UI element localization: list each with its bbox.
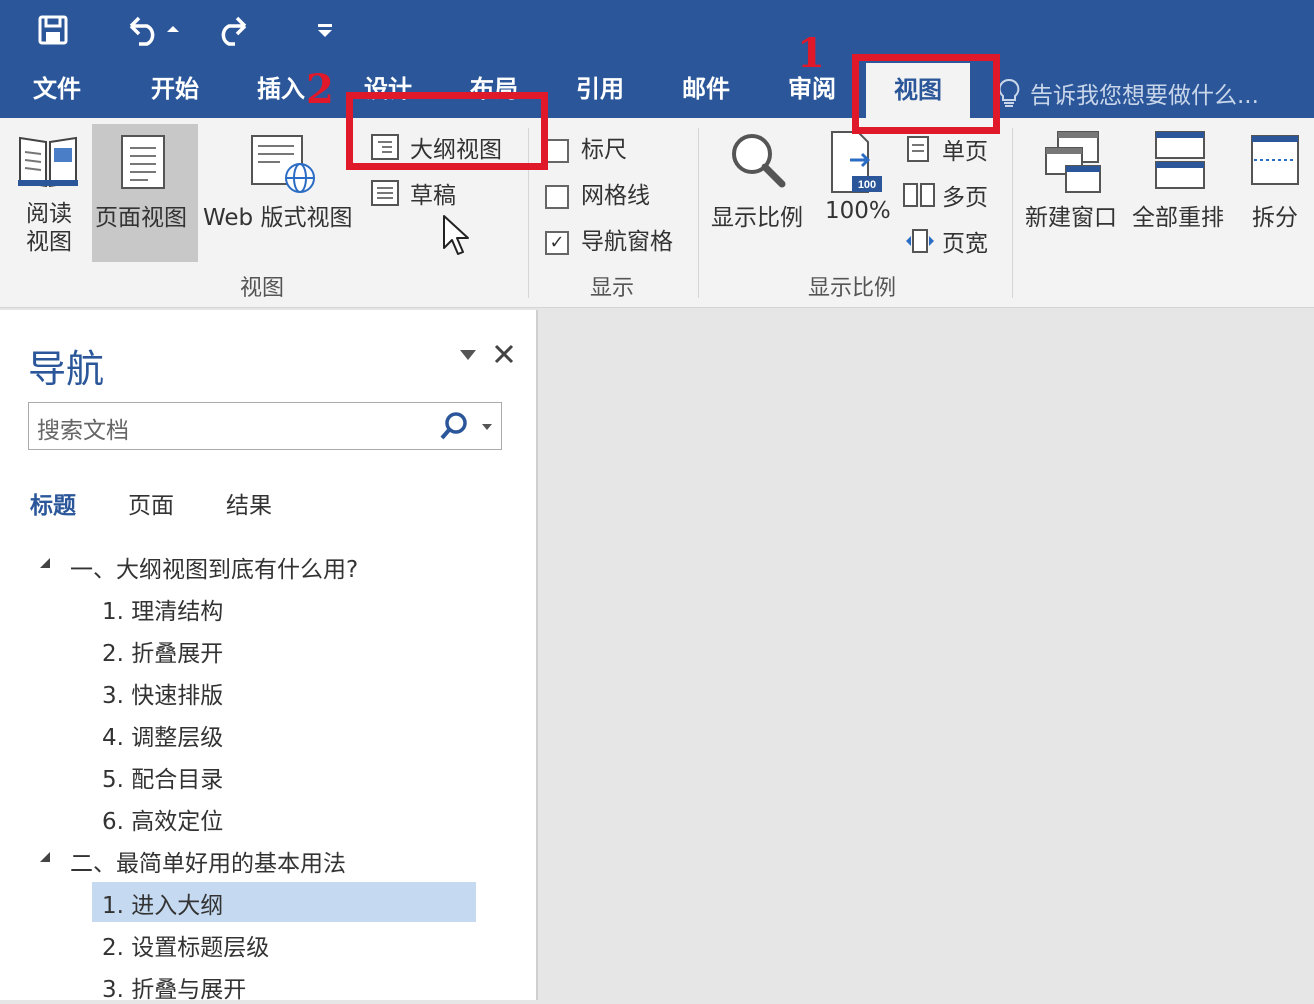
ribbon-separator [698,128,699,298]
annotation-box-view-tab [852,54,1000,134]
one-page-button[interactable]: 单页 [906,132,988,166]
search-icon[interactable] [439,411,469,441]
tell-me-search[interactable]: 告诉我您想要做什么... [998,76,1259,110]
collapse-triangle-icon[interactable] [38,850,52,864]
gridlines-checkbox[interactable]: 网格线 [545,176,650,210]
ribbon-separator [1012,128,1013,298]
arrange-all-icon [1155,131,1205,189]
multi-page-label: 多页 [942,185,988,211]
new-window-icon [1045,131,1101,193]
lightbulb-icon [998,78,1020,107]
nav-pane-checkbox[interactable]: ✓ 导航窗格 [545,222,673,256]
tree-item[interactable]: 2. 设置标题层级 [102,928,269,962]
read-mode-button[interactable] [16,132,80,194]
redo-button[interactable] [212,10,258,50]
web-layout-icon [251,135,315,193]
annotation-number-1: 1 [797,30,825,77]
ruler-checkbox[interactable]: 标尺 [545,130,627,164]
tab-references[interactable]: 引用 [576,74,624,118]
zoom-100-button[interactable]: 100 [828,130,884,198]
multi-page-icon [903,183,935,207]
tree-item[interactable]: 二、最简单好用的基本用法 [70,844,346,878]
tab-pages[interactable]: 页面 [128,486,174,520]
tab-mailings[interactable]: 邮件 [682,74,730,118]
zoom-100-label: 100% [825,198,891,224]
zoom-group-label: 显示比例 [808,276,897,301]
customize-icon [318,24,332,37]
draft-button[interactable]: 草稿 [370,176,456,210]
tab-results[interactable]: 结果 [226,486,272,520]
tree-item[interactable]: 6. 高效定位 [102,802,223,836]
zoom-label: 显示比例 [711,205,803,231]
tab-review[interactable]: 审阅 [788,74,836,118]
tree-item[interactable]: 5. 配合目录 [102,760,223,794]
page-width-icon [906,229,934,253]
undo-icon [129,16,179,46]
nav-pane-label: 导航窗格 [581,229,673,255]
page-width-label: 页宽 [942,231,988,257]
multi-page-button[interactable]: 多页 [902,178,988,212]
tab-headings[interactable]: 标题 [30,486,76,520]
tree-item[interactable]: 4. 调整层级 [102,718,223,752]
zoom-100-icon: 100 [831,131,882,193]
title-bar [0,0,1314,60]
read-mode-label: 阅读 视图 [26,201,72,255]
print-layout-label: 页面视图 [95,205,187,231]
new-window-button[interactable] [1042,130,1104,198]
tab-file[interactable]: 文件 [33,74,81,118]
one-page-icon [907,136,929,162]
document-area[interactable] [540,310,1314,1000]
tree-item[interactable]: 3. 快速排版 [102,676,223,710]
gridlines-label: 网格线 [581,183,650,209]
tree-item[interactable]: 3. 折叠与展开 [102,970,246,1004]
undo-button[interactable] [118,10,188,50]
nav-title: 导航 [28,347,105,391]
tree-item-selected[interactable]: 1. 进入大纲 [102,886,223,920]
search-input[interactable]: 搜索文档 [28,402,502,450]
print-layout-button[interactable]: 页面视图 [92,124,198,262]
draft-icon [371,180,399,206]
tree-item[interactable]: 一、大纲视图到底有什么用? [70,550,358,584]
tab-home[interactable]: 开始 [151,74,199,118]
annotation-number-2: 2 [306,66,334,113]
navigation-pane: 导航 搜索文档 标题 页面 结果 一、大纲视图到底有什么用? 1. 理清结构 2… [0,310,538,1003]
read-mode-icon [18,136,78,188]
split-button[interactable] [1250,134,1300,192]
tree-item[interactable]: 1. 理清结构 [102,592,223,626]
magnifier-icon [732,134,786,188]
save-icon [38,15,68,45]
arrange-all-label: 全部重排 [1132,205,1224,231]
arrange-all-button[interactable] [1154,130,1206,196]
tell-me-text: 告诉我您想要做什么... [1030,83,1259,109]
search-options-icon[interactable] [481,423,493,431]
tree-item[interactable]: 2. 折叠展开 [102,634,223,668]
one-page-label: 单页 [942,139,988,165]
print-layout-icon [121,135,165,189]
view-group-label: 视图 [240,276,285,301]
gridlines-check-icon [545,184,569,209]
zoom-100-badge: 100 [858,179,876,191]
mouse-cursor-icon [443,215,469,255]
draft-label: 草稿 [410,183,456,209]
ruler-check-icon [545,138,569,163]
show-group-label: 显示 [590,276,635,301]
customize-qat-button[interactable] [310,10,340,50]
new-window-label: 新建窗口 [1025,205,1117,231]
redo-icon [221,16,247,46]
save-button[interactable] [30,10,76,50]
nav-pane-check-icon: ✓ [545,230,569,255]
web-layout-button[interactable] [250,134,320,198]
close-icon[interactable] [492,342,516,366]
chevron-down-icon[interactable] [458,348,478,362]
split-icon [1251,135,1299,185]
search-placeholder: 搜索文档 [37,418,129,444]
tab-insert[interactable]: 插入 [257,74,305,118]
web-layout-label: Web 版式视图 [203,205,353,231]
ruler-label: 标尺 [581,137,627,163]
annotation-box-outline [346,92,548,170]
zoom-button[interactable] [728,130,788,194]
page-width-button[interactable]: 页宽 [904,224,988,258]
split-label: 拆分 [1252,205,1298,231]
collapse-triangle-icon[interactable] [38,556,52,570]
